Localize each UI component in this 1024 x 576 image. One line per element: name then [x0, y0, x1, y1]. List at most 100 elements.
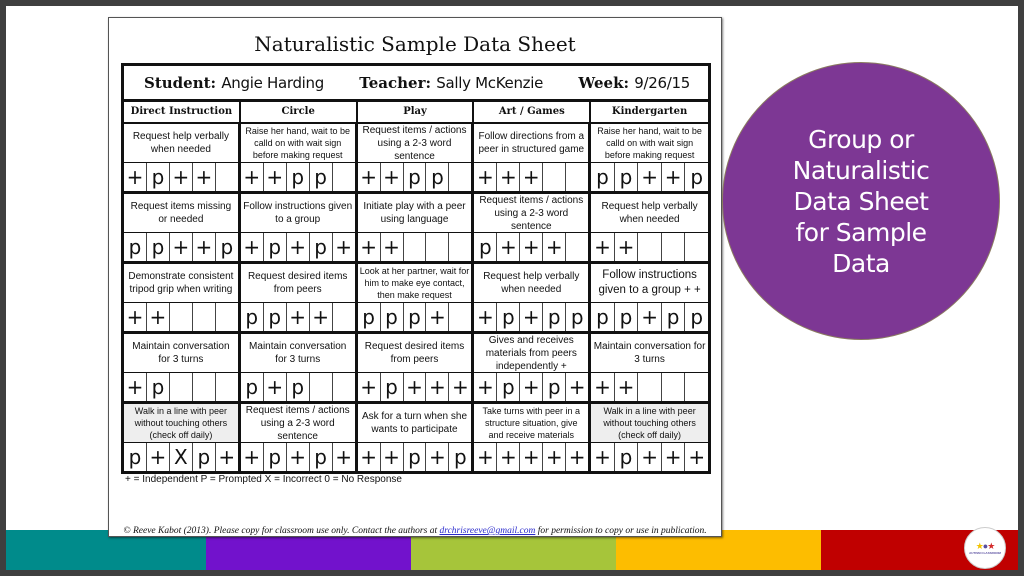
trial-mark-box[interactable]: p [591, 303, 615, 331]
trial-mark-box[interactable]: + [287, 443, 310, 471]
trial-mark-box[interactable]: + [287, 303, 310, 331]
trial-mark-box[interactable]: p [124, 443, 147, 471]
trial-mark-box[interactable]: p [404, 303, 427, 331]
trial-mark-box[interactable]: + [241, 443, 264, 471]
trial-mark-box[interactable]: + [241, 163, 264, 191]
trial-mark-box[interactable]: + [124, 163, 147, 191]
trial-mark-box[interactable]: p [147, 233, 170, 261]
trial-mark-box[interactable]: p [310, 163, 333, 191]
trial-mark-box[interactable]: p [497, 373, 521, 401]
trial-mark-box[interactable]: + [333, 443, 355, 471]
trial-mark-box[interactable]: p [404, 443, 427, 471]
trial-mark-box[interactable] [449, 233, 471, 261]
trial-mark-box[interactable]: p [497, 303, 521, 331]
trial-mark-box[interactable]: + [287, 233, 310, 261]
trial-mark-box[interactable]: + [193, 233, 216, 261]
trial-mark-box[interactable]: p [264, 303, 287, 331]
trial-mark-box[interactable]: + [170, 233, 193, 261]
trial-mark-box[interactable]: p [615, 303, 639, 331]
trial-mark-box[interactable] [216, 303, 238, 331]
trial-mark-box[interactable]: p [615, 443, 639, 471]
trial-mark-box[interactable] [170, 373, 193, 401]
trial-mark-box[interactable]: + [358, 373, 381, 401]
trial-mark-box[interactable]: p [543, 373, 567, 401]
trial-mark-box[interactable] [193, 303, 216, 331]
trial-mark-box[interactable] [543, 163, 567, 191]
trial-mark-box[interactable]: + [591, 233, 615, 261]
trial-mark-box[interactable] [685, 373, 708, 401]
trial-mark-box[interactable]: + [615, 233, 639, 261]
trial-mark-box[interactable]: p [566, 303, 588, 331]
trial-mark-box[interactable]: + [543, 233, 567, 261]
trial-mark-box[interactable]: + [124, 303, 147, 331]
trial-mark-box[interactable]: p [287, 373, 310, 401]
trial-mark-box[interactable]: + [685, 443, 708, 471]
trial-mark-box[interactable]: + [520, 233, 544, 261]
trial-mark-box[interactable] [170, 303, 193, 331]
trial-mark-box[interactable]: p [147, 373, 170, 401]
trial-mark-box[interactable]: p [474, 233, 498, 261]
trial-mark-box[interactable]: + [426, 303, 450, 331]
trial-mark-box[interactable]: + [358, 233, 381, 261]
trial-mark-box[interactable]: + [124, 373, 147, 401]
trial-mark-box[interactable]: + [147, 443, 170, 471]
trial-mark-box[interactable] [333, 163, 355, 191]
trial-mark-box[interactable]: + [638, 443, 662, 471]
trial-mark-box[interactable]: + [543, 443, 567, 471]
trial-mark-box[interactable]: p [381, 303, 404, 331]
trial-mark-box[interactable]: + [358, 163, 381, 191]
trial-mark-box[interactable] [216, 163, 238, 191]
trial-mark-box[interactable]: + [193, 163, 216, 191]
trial-mark-box[interactable] [426, 233, 450, 261]
trial-mark-box[interactable]: p [615, 163, 639, 191]
trial-mark-box[interactable] [662, 373, 686, 401]
trial-mark-box[interactable]: + [497, 233, 521, 261]
trial-mark-box[interactable]: + [638, 163, 662, 191]
trial-mark-box[interactable]: + [474, 163, 498, 191]
trial-mark-box[interactable]: p [216, 233, 238, 261]
trial-mark-box[interactable]: p [591, 163, 615, 191]
trial-mark-box[interactable]: p [310, 233, 333, 261]
trial-mark-box[interactable]: p [426, 163, 450, 191]
trial-mark-box[interactable]: + [381, 233, 404, 261]
trial-mark-box[interactable]: + [497, 443, 521, 471]
trial-mark-box[interactable]: + [520, 443, 544, 471]
trial-mark-box[interactable]: p [264, 233, 287, 261]
trial-mark-box[interactable]: + [566, 443, 588, 471]
trial-mark-box[interactable] [449, 303, 471, 331]
trial-mark-box[interactable]: + [615, 373, 639, 401]
trial-mark-box[interactable] [333, 373, 355, 401]
trial-mark-box[interactable]: + [449, 373, 471, 401]
trial-mark-box[interactable] [449, 163, 471, 191]
trial-mark-box[interactable]: + [264, 373, 287, 401]
trial-mark-box[interactable]: + [426, 443, 450, 471]
trial-mark-box[interactable]: + [566, 373, 588, 401]
trial-mark-box[interactable] [333, 303, 355, 331]
trial-mark-box[interactable]: + [591, 443, 615, 471]
trial-mark-box[interactable]: p [543, 303, 567, 331]
trial-mark-box[interactable]: p [685, 163, 708, 191]
trial-mark-box[interactable]: + [147, 303, 170, 331]
trial-mark-box[interactable]: X [170, 443, 193, 471]
trial-mark-box[interactable]: + [474, 443, 498, 471]
trial-mark-box[interactable] [216, 373, 238, 401]
trial-mark-box[interactable]: + [170, 163, 193, 191]
trial-mark-box[interactable]: + [264, 163, 287, 191]
trial-mark-box[interactable]: + [381, 443, 404, 471]
trial-mark-box[interactable]: p [241, 373, 264, 401]
trial-mark-box[interactable]: p [310, 443, 333, 471]
trial-mark-box[interactable]: + [216, 443, 238, 471]
trial-mark-box[interactable]: + [381, 163, 404, 191]
trial-mark-box[interactable]: p [287, 163, 310, 191]
trial-mark-box[interactable]: + [358, 443, 381, 471]
trial-mark-box[interactable]: p [381, 373, 404, 401]
trial-mark-box[interactable] [662, 233, 686, 261]
trial-mark-box[interactable]: p [685, 303, 708, 331]
trial-mark-box[interactable] [685, 233, 708, 261]
trial-mark-box[interactable]: + [520, 373, 544, 401]
trial-mark-box[interactable]: + [404, 373, 427, 401]
author-email-link[interactable]: drchrisreeve@gmail.com [439, 526, 535, 536]
trial-mark-box[interactable] [638, 233, 662, 261]
trial-mark-box[interactable]: p [358, 303, 381, 331]
trial-mark-box[interactable]: p [124, 233, 147, 261]
